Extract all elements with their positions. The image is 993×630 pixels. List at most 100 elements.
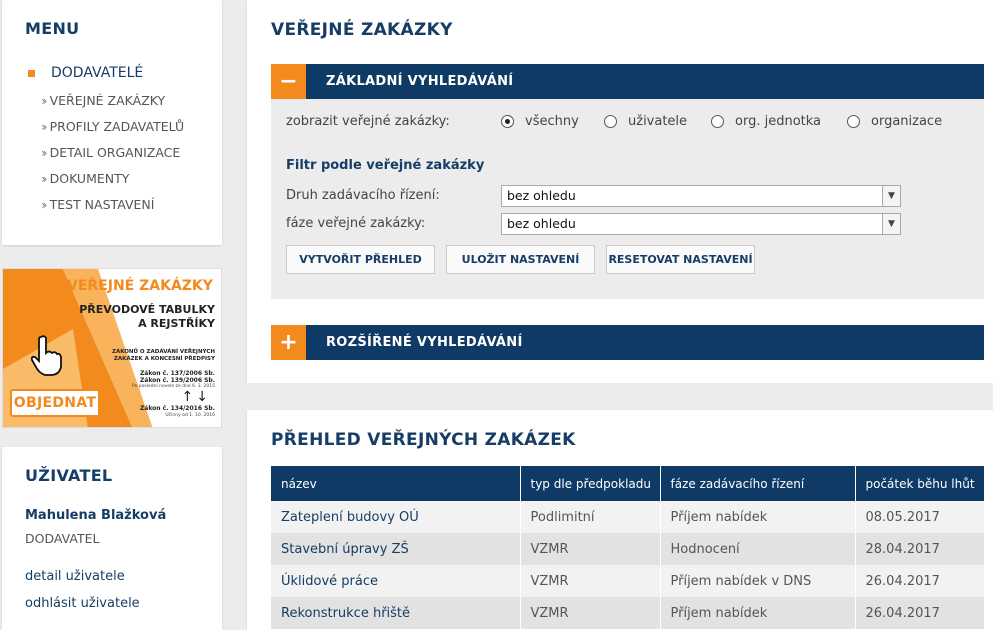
contract-type: Podlimitní (520, 501, 661, 533)
double-chevron-icon: ›› (41, 93, 47, 108)
menu-subitem-label: DETAIL ORGANIZACE (49, 145, 181, 160)
user-role: DODAVATEL (25, 531, 100, 546)
contract-phase-label: fáze veřejné zakázky: (286, 216, 426, 231)
user-panel: UŽIVATEL Mahulena Blažková DODAVATEL det… (2, 447, 222, 630)
overview-title: PŘEHLED VEŘEJNÝCH ZAKÁZEK (271, 430, 576, 450)
radio-selected-icon[interactable] (501, 115, 514, 128)
banner-law-2: Zákon č. 139/2006 Sb. (139, 377, 215, 384)
column-header-type[interactable]: typ dle předpokladu (520, 466, 661, 501)
user-detail-link[interactable]: detail uživatele (25, 569, 125, 584)
banner-small-line: ZAKÁZEK A KONCESNÍ PŘEDPISY (113, 356, 215, 362)
table-row[interactable]: Rekonstrukce hřiště VZMR Příjem nabídek … (271, 597, 984, 629)
banner-title: VEŘEJNÉ ZAKÁZKY (67, 278, 213, 294)
expand-plus-icon[interactable]: + (271, 325, 306, 360)
radio-icon[interactable] (711, 115, 724, 128)
menu-title: MENU (25, 19, 80, 38)
contract-type: VZMR (520, 597, 661, 629)
radio-icon[interactable] (604, 115, 617, 128)
column-header-phase[interactable]: fáze zadávacího řízení (660, 466, 856, 501)
user-name: Mahulena Blažková (25, 508, 167, 523)
contract-phase: Příjem nabídek v DNS (660, 565, 856, 597)
menu-subitem-test-nastaveni[interactable]: ›› TEST NASTAVENÍ (41, 197, 154, 212)
procedure-type-select[interactable]: bez ohledu ▼ (501, 185, 901, 207)
contract-date: 08.05.2017 (855, 501, 984, 533)
radio-icon[interactable] (847, 115, 860, 128)
banner-law-1: Zákon č. 137/2006 Sb. (139, 370, 215, 377)
menu-subitem-label: DOKUMENTY (49, 171, 130, 186)
radio-org-jednotka[interactable]: org. jednotka (711, 114, 821, 129)
double-chevron-icon: ›› (41, 119, 47, 134)
table-row[interactable]: Zateplení budovy OÚ Podlimitní Příjem na… (271, 501, 984, 533)
contract-date: 26.04.2017 (855, 565, 984, 597)
banner-subtitle: PŘEVODOVÉ TABULKY A REJSTŘÍKY (79, 303, 215, 331)
contract-phase-select[interactable]: bez ohledu ▼ (501, 213, 901, 235)
column-header-date[interactable]: počátek běhu lhůt (855, 466, 984, 501)
bullet-square-icon (28, 69, 35, 77)
contract-type: VZMR (520, 533, 661, 565)
banner-subtitle-line: A REJSTŘÍKY (138, 317, 215, 330)
create-overview-button[interactable]: VYTVOŘIT PŘEHLED (286, 245, 435, 274)
procedure-type-label: Druh zadávacího řízení: (286, 188, 440, 203)
banner-subtitle-line: PŘEVODOVÉ TABULKY (79, 303, 215, 316)
filter-heading: Filtr podle veřejné zakázky (286, 158, 485, 173)
contract-name-link[interactable]: Stavební úpravy ZŠ (271, 533, 521, 565)
sidebar-menu-panel: MENU DODAVATELÉ ›› VEŘEJNÉ ZAKÁZKY ›› PR… (2, 0, 222, 245)
radio-uzivatele[interactable]: uživatele (604, 114, 687, 129)
banner-law-3-note: Účinný od 1. 10. 2016 (165, 413, 215, 418)
radio-label: uživatele (628, 114, 688, 129)
contract-name-link[interactable]: Zateplení budovy OÚ (271, 501, 521, 533)
contract-date: 26.04.2017 (855, 597, 984, 629)
pointing-hand-icon (30, 335, 62, 376)
column-header-name[interactable]: název (271, 466, 521, 501)
promo-banner[interactable]: VEŘEJNÉ ZAKÁZKY PŘEVODOVÉ TABULKY A REJS… (2, 268, 222, 428)
radio-label: všechny (525, 114, 579, 129)
user-panel-title: UŽIVATEL (25, 466, 113, 485)
basic-search-label: ZÁKLADNÍ VYHLEDÁVÁNÍ (326, 74, 514, 89)
select-value: bez ohledu (507, 216, 576, 231)
menu-subitem-label: PROFILY ZADAVATELŮ (49, 119, 185, 134)
chevron-down-icon[interactable]: ▼ (882, 214, 900, 234)
menu-item-label: DODAVATELÉ (51, 65, 144, 81)
double-chevron-icon: ›› (41, 171, 47, 186)
double-chevron-icon: ›› (41, 145, 47, 160)
radio-label: org. jednotka (735, 114, 822, 129)
contract-date: 28.04.2017 (855, 533, 984, 565)
basic-search-header[interactable]: − ZÁKLADNÍ VYHLEDÁVÁNÍ (271, 64, 984, 99)
page-title: VEŘEJNÉ ZAKÁZKY (271, 20, 453, 40)
banner-small-text: ZÁKONŮ O ZADÁVÁNÍ VEŘEJNÝCH ZAKÁZEK A KO… (95, 349, 215, 363)
radio-label: organizace (871, 114, 943, 129)
table-row[interactable]: Stavební úpravy ZŠ VZMR Hodnocení 28.04.… (271, 533, 984, 565)
contract-name-link[interactable]: Rekonstrukce hřiště (271, 597, 521, 629)
radio-vsechny[interactable]: všechny (501, 114, 579, 129)
collapse-minus-icon[interactable]: − (271, 64, 306, 99)
banner-law-3: Zákon č. 134/2016 Sb. (139, 405, 215, 412)
advanced-search-header[interactable]: + ROZŠÍŘENÉ VYHLEDÁVÁNÍ (271, 325, 984, 360)
reset-settings-button[interactable]: RESETOVAT NASTAVENÍ (606, 245, 755, 274)
user-logout-link[interactable]: odhlásit uživatele (25, 596, 140, 611)
contract-name-link[interactable]: Úklidové práce (271, 565, 521, 597)
contract-phase: Hodnocení (660, 533, 856, 565)
menu-subitem-label: TEST NASTAVENÍ (49, 197, 155, 212)
contract-phase: Příjem nabídek (660, 501, 856, 533)
banner-small-line: ZÁKONŮ O ZADÁVÁNÍ VEŘEJNÝCH (112, 349, 215, 355)
double-chevron-icon: ›› (41, 197, 47, 212)
menu-subitem-verejne-zakazky[interactable]: ›› VEŘEJNÉ ZAKÁZKY (41, 93, 165, 108)
table-header-row: název typ dle předpokladu fáze zadávacíh… (271, 466, 984, 501)
menu-subitem-dokumenty[interactable]: ›› DOKUMENTY (41, 171, 129, 186)
radio-organizace[interactable]: organizace (847, 114, 942, 129)
banner-arrows: ↑↓ (181, 389, 211, 405)
save-settings-button[interactable]: ULOŽIT NASTAVENÍ (446, 245, 595, 274)
menu-item-dodavatele[interactable]: DODAVATELÉ (28, 65, 143, 81)
contracts-table: název typ dle předpokladu fáze zadávacíh… (271, 466, 984, 629)
menu-subitem-label: VEŘEJNÉ ZAKÁZKY (49, 93, 166, 108)
contract-phase: Příjem nabídek (660, 597, 856, 629)
menu-subitem-detail-organizace[interactable]: ›› DETAIL ORGANIZACE (41, 145, 180, 160)
order-button[interactable]: OBJEDNAT (10, 389, 100, 417)
select-value: bez ohledu (507, 188, 576, 203)
menu-subitem-profily-zadavatelu[interactable]: ›› PROFILY ZADAVATELŮ (41, 119, 184, 134)
chevron-down-icon[interactable]: ▼ (882, 186, 900, 206)
table-row[interactable]: Úklidové práce VZMR Příjem nabídek v DNS… (271, 565, 984, 597)
show-contracts-label: zobrazit veřejné zakázky: (286, 114, 450, 129)
contract-type: VZMR (520, 565, 661, 597)
section-divider (247, 383, 993, 391)
